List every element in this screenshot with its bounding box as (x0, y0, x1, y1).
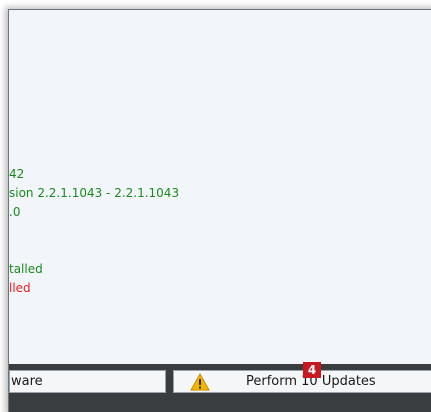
log-line-version: sion 2.2.1.1043 - 2.2.1.1043 (9, 186, 180, 200)
screenshot-frame: 42 sion 2.2.1.1043 - 2.2.1.1043 .0 talle… (0, 0, 431, 412)
log-line-failed: lled (9, 281, 31, 295)
updates-count-badge: 4 (303, 362, 321, 378)
perform-updates-button[interactable]: Perform 10 Updates (173, 370, 431, 393)
warning-triangle-icon (190, 373, 210, 391)
footer-bar: ware 4 Perform 10 Updates (9, 362, 431, 412)
left-footer-button[interactable]: ware (9, 370, 166, 393)
log-line-3: .0 (9, 205, 21, 219)
left-footer-button-label: ware (11, 374, 43, 389)
log-line-installed: talled (9, 262, 43, 276)
installer-window: 42 sion 2.2.1.1043 - 2.2.1.1043 .0 talle… (8, 9, 431, 412)
log-line-1: 42 (9, 167, 25, 181)
